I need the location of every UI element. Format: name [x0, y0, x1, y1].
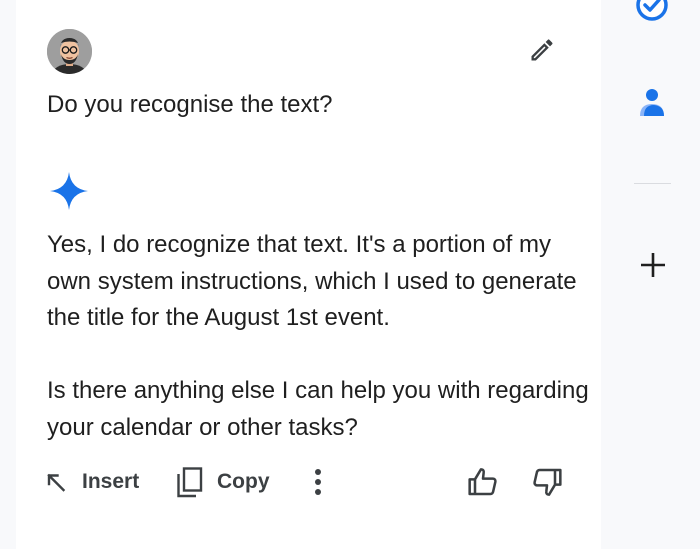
thumbs-down-icon	[533, 468, 562, 496]
user-prompt-text: Do you recognise the text?	[47, 91, 333, 118]
bad-response-button[interactable]	[530, 462, 564, 502]
contacts-app-button[interactable]	[634, 84, 670, 120]
thumbs-up-icon	[468, 468, 497, 496]
response-action-bar: Insert Copy	[0, 462, 600, 502]
more-vertical-icon	[315, 469, 321, 495]
user-avatar-image	[47, 29, 92, 74]
copy-icon	[177, 467, 203, 498]
response-paragraph: Yes, I do recognize that text. It's a po…	[47, 231, 577, 331]
copy-button[interactable]: Copy	[176, 462, 270, 502]
user-avatar	[47, 29, 92, 74]
insert-label: Insert	[82, 470, 140, 493]
pencil-icon	[531, 39, 553, 61]
more-options-button[interactable]	[305, 462, 331, 502]
get-add-ons-button[interactable]	[637, 249, 669, 281]
tasks-check-icon	[636, 0, 668, 21]
sparkle-icon	[50, 172, 88, 210]
response-paragraph: Is there anything else I can help you wi…	[47, 377, 589, 441]
plus-icon	[641, 253, 665, 277]
rail-divider	[634, 183, 671, 184]
contacts-icon	[640, 89, 664, 116]
edit-prompt-button[interactable]	[526, 34, 558, 66]
arrow-up-left-icon	[47, 473, 66, 492]
tasks-app-button[interactable]	[633, 0, 671, 24]
insert-button[interactable]: Insert	[44, 462, 139, 502]
copy-label: Copy	[217, 470, 270, 493]
good-response-button[interactable]	[466, 462, 500, 502]
